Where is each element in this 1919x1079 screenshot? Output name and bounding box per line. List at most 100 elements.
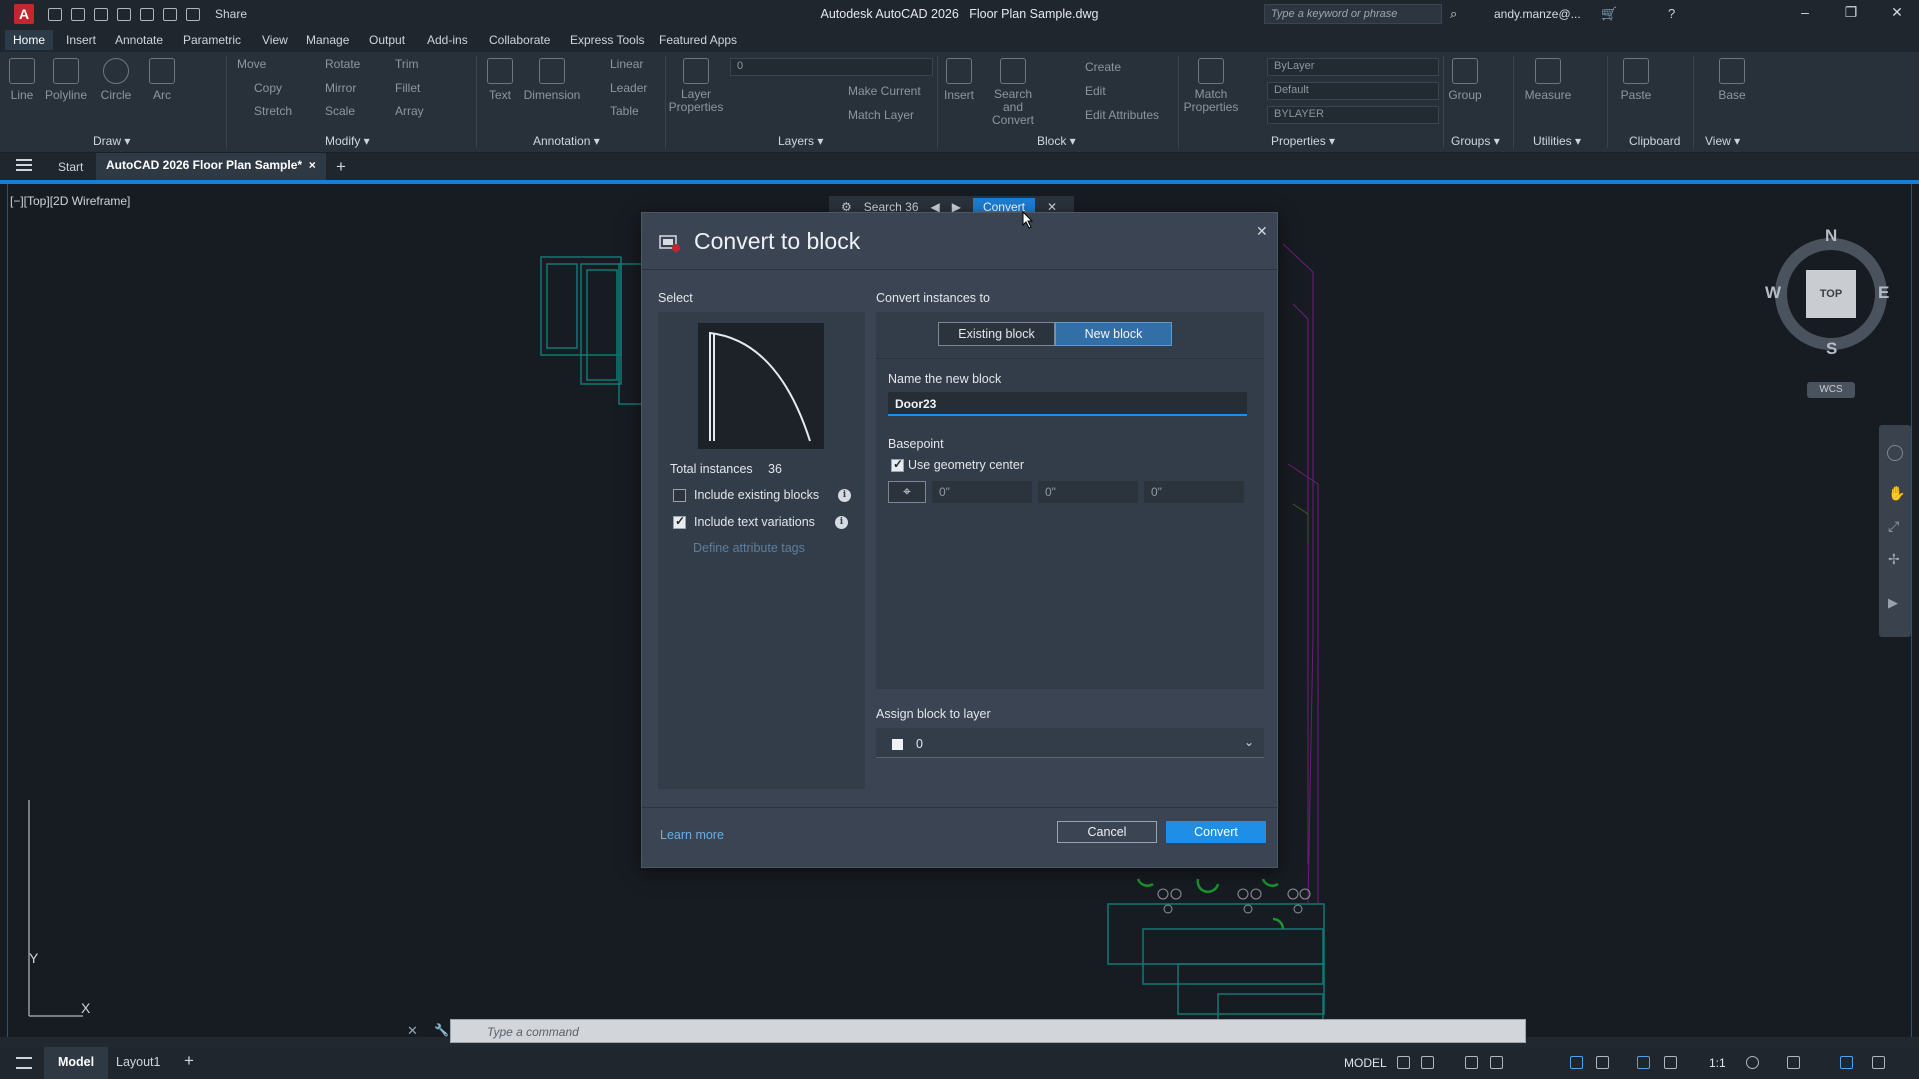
model-space-toggle[interactable]: MODEL [1344,1056,1387,1070]
scale-tool[interactable]: Scale [325,104,355,118]
isolate-objects-icon[interactable] [1787,1056,1800,1069]
annotation-visibility-icon[interactable] [1637,1056,1650,1069]
layer-properties-tool[interactable]: Layer Properties [666,58,726,114]
viewport-controls[interactable]: [−][Top][2D Wireframe] [10,194,130,208]
annotation-scale[interactable]: 1:1 [1709,1056,1726,1070]
linear-tool[interactable]: Linear [610,57,643,71]
convert-button[interactable]: Convert [1166,821,1266,843]
customize-icon[interactable]: 🔧 [434,1023,449,1037]
block-name-input[interactable]: Door23 [888,392,1247,416]
clean-screen-icon[interactable] [1840,1056,1853,1069]
command-input[interactable]: Type a command [450,1019,1526,1043]
learn-more-link[interactable]: Learn more [660,828,724,842]
ortho-icon[interactable] [1465,1056,1478,1069]
viewcube-top-face[interactable]: TOP [1806,270,1856,318]
linetype-combo[interactable]: Default [1267,82,1439,100]
pick-point-button[interactable]: ⌖ [888,481,926,503]
basepoint-x-input[interactable]: 0" [932,481,1032,503]
polar-tracking-icon[interactable] [1490,1056,1503,1069]
user-account[interactable]: andy.manze@... [1494,7,1581,21]
compass-south[interactable]: S [1826,339,1837,359]
redo-icon[interactable] [186,7,200,21]
use-geometry-center-label[interactable]: Use geometry center [908,458,1024,472]
tab-view[interactable]: View [262,33,288,47]
trim-tool[interactable]: Trim [395,57,419,71]
insert-tool[interactable]: Insert [929,58,989,102]
tab-parametric[interactable]: Parametric [183,33,241,47]
use-geometry-center-checkbox[interactable] [891,457,904,472]
tab-output[interactable]: Output [369,33,405,47]
minimize-button[interactable]: – [1785,4,1825,24]
info-icon[interactable]: i [835,516,848,529]
lineweight-combo[interactable]: BYLAYER [1267,106,1439,124]
layer-dropdown[interactable]: 0 ⌄ [876,728,1264,758]
tab-annotate[interactable]: Annotate [115,33,163,47]
dimension-tool[interactable]: Dimension [522,58,582,102]
match-layer-tool[interactable]: Match Layer [848,108,914,122]
include-text-variations-checkbox[interactable] [673,514,686,529]
panel-title-annotation[interactable]: Annotation ▾ [533,134,600,148]
define-attribute-tags-link[interactable]: Define attribute tags [693,541,805,555]
wcs-menu[interactable]: WCS [1807,382,1855,398]
panel-title-utilities[interactable]: Utilities ▾ [1533,134,1581,148]
maximize-button[interactable]: ❐ [1831,4,1871,24]
open-file-icon[interactable] [71,7,85,21]
snap-icon[interactable] [1421,1056,1434,1069]
start-tab[interactable]: Start [58,160,83,174]
lineweight-icon[interactable] [1596,1056,1609,1069]
close-tab-icon[interactable]: × [309,158,316,172]
compass-north[interactable]: N [1825,226,1837,246]
save-icon[interactable] [94,7,108,21]
steering-wheel-icon[interactable] [1887,445,1903,461]
help-icon[interactable]: ? [1668,6,1675,21]
include-existing-blocks-label[interactable]: Include existing blocks [694,488,819,502]
move-tool[interactable]: Move [237,57,266,71]
basepoint-z-input[interactable]: 0" [1144,481,1244,503]
orbit-icon[interactable]: ✢ [1888,551,1900,568]
text-tool[interactable]: Text [470,58,530,102]
panel-title-block[interactable]: Block ▾ [1037,134,1076,148]
close-command-line-icon[interactable]: ✕ [407,1023,418,1039]
cart-icon[interactable]: 🛒 [1601,6,1617,22]
measure-tool[interactable]: Measure [1518,58,1578,102]
paste-tool[interactable]: Paste [1606,58,1666,102]
include-text-variations-label[interactable]: Include text variations [694,515,815,529]
active-file-tab[interactable]: AutoCAD 2026 Floor Plan Sample* × [96,153,326,180]
layout-menu-icon[interactable] [16,1057,32,1069]
save-as-icon[interactable] [117,7,131,21]
new-file-icon[interactable] [48,7,62,21]
customization-menu-icon[interactable] [1872,1056,1885,1069]
table-tool[interactable]: Table [610,104,639,118]
zoom-extents-icon[interactable]: ⤢ [1888,518,1899,535]
fillet-tool[interactable]: Fillet [395,81,420,95]
search-and-convert-tool[interactable]: Search and Convert [983,58,1043,127]
base-tool[interactable]: Base [1702,58,1762,102]
new-tab-button[interactable]: + [336,157,346,177]
tab-collaborate[interactable]: Collaborate [489,33,550,47]
panel-title-groups[interactable]: Groups ▾ [1451,134,1500,148]
workspace-gear-icon[interactable] [1746,1056,1759,1069]
basepoint-y-input[interactable]: 0" [1038,481,1138,503]
close-window-button[interactable]: ✕ [1877,4,1917,24]
leader-tool[interactable]: Leader [610,81,647,95]
object-snap-icon[interactable] [1570,1056,1583,1069]
compass-east[interactable]: E [1878,283,1889,303]
navigation-bar[interactable]: ✋ ⤢ ✢ ▶ [1879,425,1911,637]
make-current-tool[interactable]: Make Current [848,84,921,98]
include-existing-blocks-checkbox[interactable] [673,489,686,502]
tab-manage[interactable]: Manage [306,33,349,47]
group-tool[interactable]: Group [1435,58,1495,102]
layer-combo[interactable]: 0 [730,58,933,76]
panel-title-draw[interactable]: Draw ▾ [93,134,130,148]
color-combo[interactable]: ByLayer [1267,58,1439,76]
panel-title-view[interactable]: View ▾ [1705,134,1740,148]
rotate-tool[interactable]: Rotate [325,57,360,71]
arc-tool[interactable]: Arc [132,58,192,102]
tab-insert[interactable]: Insert [66,33,96,47]
compass-west[interactable]: W [1765,283,1781,303]
copy-tool[interactable]: Copy [254,81,282,95]
stretch-tool[interactable]: Stretch [254,104,292,118]
tab-home[interactable]: Home [5,30,54,50]
menu-icon[interactable] [16,159,32,171]
close-dialog-icon[interactable]: ✕ [1256,223,1268,240]
